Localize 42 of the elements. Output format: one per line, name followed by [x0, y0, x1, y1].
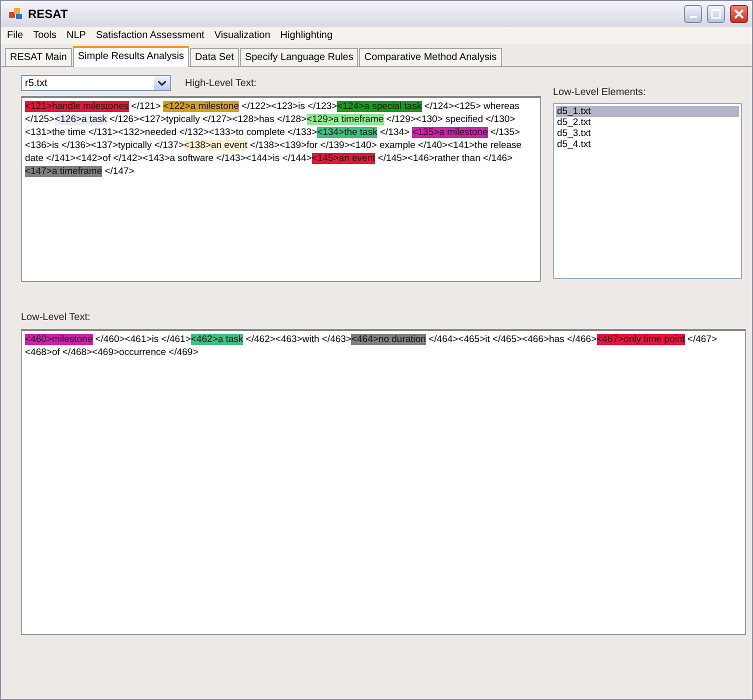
text-area[interactable]: <460>milestone </460><461>is </461><462>a task </462><463>with </463><464>no duration </464><465>it </465><466>has </466><467>only time point </467><468>of </468><469>occurrence </469>	[21, 329, 746, 635]
maximize-button[interactable]	[707, 5, 725, 23]
tab[interactable]: Comparative Method Analysis	[359, 48, 502, 66]
highlighted-tag: <138>an event	[184, 140, 248, 151]
field-label: Low-Level Text:	[21, 312, 92, 323]
caret-icon	[158, 80, 166, 86]
menu-item[interactable]: Highlighting	[280, 30, 333, 41]
close-button[interactable]	[730, 5, 748, 23]
menu-item[interactable]: Tools	[33, 30, 56, 41]
minimize-icon	[690, 16, 696, 18]
list-item[interactable]: d5_4.txt	[556, 139, 739, 150]
highlighted-tag: <147>a timeframe	[25, 166, 102, 177]
file-list[interactable]: d5_1.txt d5_2.txt d5_3.txt d5_4.txt	[553, 103, 742, 279]
list-item[interactable]: d5_2.txt	[556, 117, 739, 128]
list-item[interactable]: d5_3.txt	[556, 128, 739, 139]
window-title: RESAT	[28, 7, 69, 21]
highlighted-tag: <460>milestone	[25, 334, 93, 345]
highlighted-tag: <462>a task	[190, 334, 244, 345]
highlighted-tag: <135>a milestone	[412, 127, 488, 138]
menu-item[interactable]: File	[7, 30, 24, 41]
menu-item[interactable]: Visualization	[214, 30, 270, 41]
highlighted-tag: <464>no duration	[351, 334, 426, 345]
file-dropdown[interactable]: r5.txt	[21, 75, 171, 91]
menu-item[interactable]: Satisfaction Assessment	[96, 30, 204, 41]
highlighted-tag: <467>only time point	[596, 334, 685, 345]
field-label: Low-Level Elements:	[553, 87, 647, 98]
highlighted-tag: <124>a special task	[337, 101, 422, 112]
highlighted-tag: <121>handle milestones	[25, 101, 129, 112]
field-label: High-Level Text:	[185, 78, 257, 88]
tab[interactable]: Simple Results Analysis	[72, 46, 190, 67]
list-item[interactable]: d5_1.txt	[556, 106, 739, 117]
highlighted-tag: <129>a timeframe	[306, 114, 384, 125]
tab[interactable]: RESAT Main	[5, 48, 72, 66]
tab[interactable]: Data Set	[190, 48, 239, 66]
app-icon	[9, 8, 23, 20]
minimize-button[interactable]	[684, 5, 702, 23]
menu-item[interactable]: NLP	[66, 30, 86, 41]
tab[interactable]: Specify Language Rules	[240, 48, 358, 66]
highlighted-tag: <126>a task	[54, 114, 107, 125]
highlighted-tag: <122>a milestone	[163, 101, 239, 112]
maximize-icon	[711, 9, 721, 19]
close-icon	[734, 9, 744, 19]
